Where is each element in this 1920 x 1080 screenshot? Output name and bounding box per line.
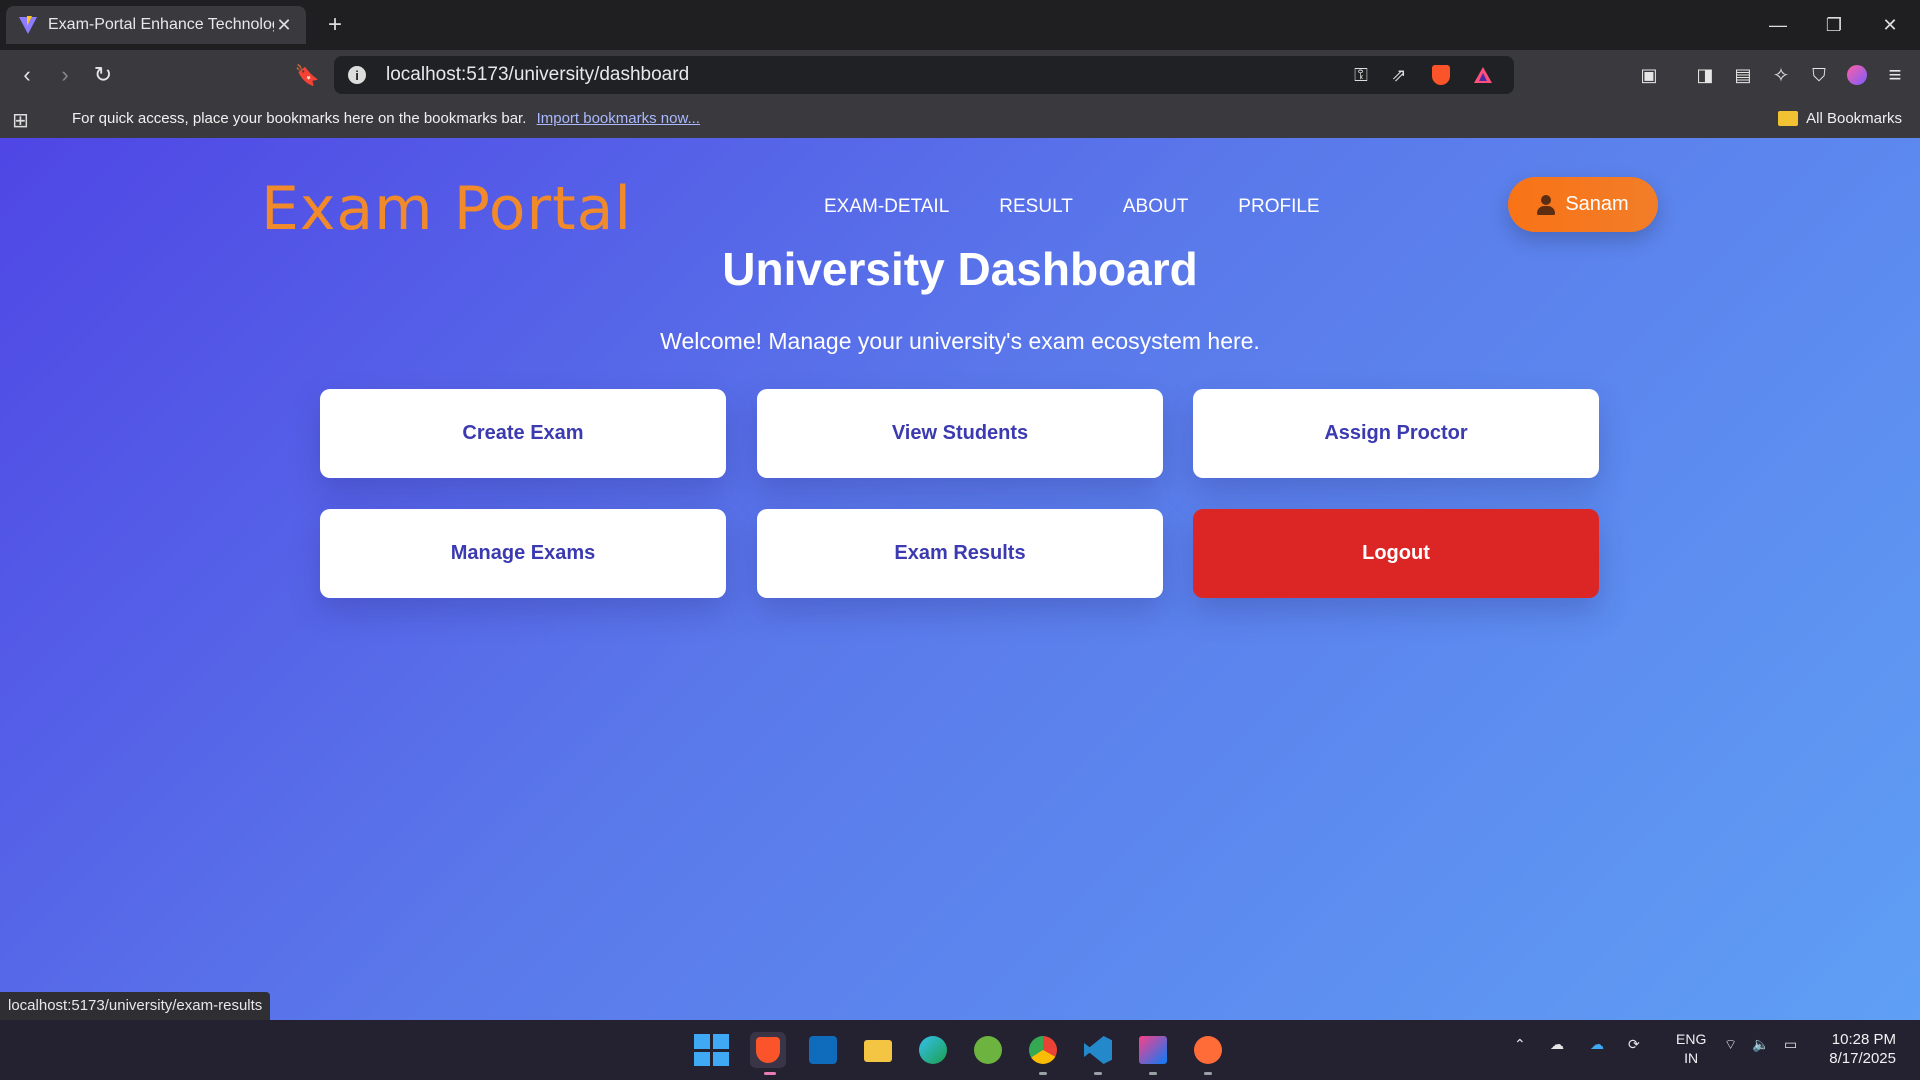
nav-exam-detail[interactable]: EXAM-DETAIL <box>824 196 949 218</box>
region-code: IN <box>1684 1050 1699 1066</box>
back-icon[interactable]: ‹ <box>12 60 42 90</box>
user-icon <box>1537 194 1556 215</box>
browser-tab-bar: Exam-Portal Enhance Technologie ✕ + — ❐ … <box>0 0 1920 50</box>
share-icon[interactable]: ⇗ <box>1386 64 1412 86</box>
postman-icon[interactable] <box>1190 1032 1226 1068</box>
user-menu-button[interactable]: Sanam <box>1508 177 1658 232</box>
clock-time: 10:28 PM <box>1831 1031 1896 1048</box>
outlook-icon[interactable] <box>805 1032 841 1068</box>
manage-exams-button[interactable]: Manage Exams <box>320 509 726 598</box>
page-subtitle: Welcome! Manage your university's exam e… <box>660 328 1260 354</box>
windows-start-icon[interactable] <box>692 1032 729 1068</box>
windows-taskbar: ⌃ ☁ ☁ ⟳ ENG IN ⌔ 🔈 ▭ 10:28 PM 8/17/2025 <box>0 1020 1920 1080</box>
apps-grid-icon[interactable]: ⊞ <box>12 108 36 132</box>
clock-date: 8/17/2025 <box>1829 1050 1896 1067</box>
page-title: University Dashboard <box>722 243 1198 295</box>
folder-icon <box>1778 111 1799 126</box>
nav-about[interactable]: ABOUT <box>1123 196 1188 218</box>
all-bookmarks-label: All Bookmarks <box>1806 110 1902 127</box>
nav-result[interactable]: RESULT <box>999 196 1073 218</box>
import-bookmarks-link[interactable]: Import bookmarks now... <box>537 110 700 127</box>
leo-ai-icon[interactable]: ✧ <box>1766 60 1796 90</box>
wifi-icon[interactable]: ⌔ <box>1724 1036 1737 1054</box>
forward-icon[interactable]: › <box>50 60 80 90</box>
view-students-button[interactable]: View Students <box>757 389 1163 478</box>
logout-button[interactable]: Logout <box>1193 509 1599 598</box>
main-nav: EXAM-DETAIL RESULT ABOUT PROFILE <box>824 196 1320 218</box>
onedrive-personal-icon[interactable]: ☁ <box>1550 1036 1564 1053</box>
edge-icon[interactable] <box>915 1032 951 1068</box>
page-viewport: Exam Portal EXAM-DETAIL RESULT ABOUT PRO… <box>0 138 1920 1020</box>
tab-close-icon[interactable]: ✕ <box>274 15 294 36</box>
profile-avatar-icon[interactable] <box>1842 60 1872 90</box>
volume-icon[interactable]: 🔈 <box>1752 1036 1769 1053</box>
browser-tab[interactable]: Exam-Portal Enhance Technologie ✕ <box>6 6 306 44</box>
exam-results-button[interactable]: Exam Results <box>757 509 1163 598</box>
language-code: ENG <box>1676 1031 1707 1047</box>
restore-icon[interactable]: ❐ <box>1806 0 1862 50</box>
reader-mode-icon[interactable]: ▣ <box>1634 60 1664 90</box>
brand-logo[interactable]: Exam Portal <box>261 174 632 244</box>
vscode-icon[interactable] <box>1080 1032 1116 1068</box>
onedrive-business-icon[interactable]: ☁ <box>1590 1036 1604 1053</box>
bookmarks-hint: For quick access, place your bookmarks h… <box>72 110 527 127</box>
file-explorer-icon[interactable] <box>860 1032 896 1068</box>
tray-overflow-icon[interactable]: ⌃ <box>1514 1036 1526 1053</box>
tab-title: Exam-Portal Enhance Technologie <box>48 16 274 33</box>
brave-rewards-icon[interactable] <box>1470 64 1496 86</box>
sidebar-icon[interactable]: ◨ <box>1690 60 1720 90</box>
battery-icon[interactable]: ▭ <box>1784 1036 1797 1053</box>
site-info-icon[interactable]: i <box>348 66 366 84</box>
password-key-icon[interactable]: ⚿ <box>1348 64 1374 86</box>
brave-shields-icon[interactable] <box>1428 64 1454 86</box>
intellij-icon[interactable] <box>1135 1032 1171 1068</box>
minimize-icon[interactable]: — <box>1750 0 1806 50</box>
chrome-icon[interactable] <box>1025 1032 1061 1068</box>
create-exam-button[interactable]: Create Exam <box>320 389 726 478</box>
window-close-icon[interactable]: ✕ <box>1862 0 1918 50</box>
vite-logo-icon <box>19 16 37 34</box>
bookmarks-bar: ⊞ For quick access, place your bookmarks… <box>0 100 1920 138</box>
vpn-shield-icon[interactable]: ⛉ <box>1804 60 1834 90</box>
new-tab-icon[interactable]: + <box>320 10 350 40</box>
brave-taskbar-icon[interactable] <box>750 1032 786 1068</box>
bookmark-icon[interactable]: 🔖 <box>292 60 322 90</box>
sync-icon[interactable]: ⟳ <box>1628 1036 1640 1053</box>
spring-tool-icon[interactable] <box>970 1032 1006 1068</box>
address-url[interactable]: localhost:5173/university/dashboard <box>386 64 689 86</box>
language-indicator[interactable]: ENG IN <box>1676 1030 1706 1068</box>
wallet-icon[interactable]: ▤ <box>1728 60 1758 90</box>
system-clock[interactable]: 10:28 PM 8/17/2025 <box>1829 1030 1896 1068</box>
reload-icon[interactable]: ↻ <box>88 60 118 90</box>
all-bookmarks-button[interactable]: All Bookmarks <box>1778 110 1902 127</box>
address-bar[interactable]: i localhost:5173/university/dashboard ⚿ … <box>334 56 1514 94</box>
menu-icon[interactable]: ≡ <box>1880 60 1910 90</box>
assign-proctor-button[interactable]: Assign Proctor <box>1193 389 1599 478</box>
status-bar-url: localhost:5173/university/exam-results <box>0 992 271 1020</box>
user-name: Sanam <box>1565 193 1629 215</box>
nav-profile[interactable]: PROFILE <box>1238 196 1319 218</box>
